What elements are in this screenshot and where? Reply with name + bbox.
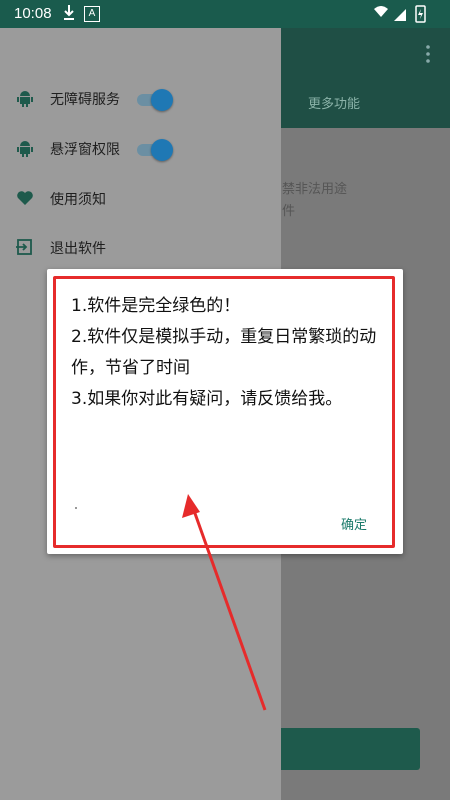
tab-more-features[interactable]: 更多功能 — [308, 93, 360, 112]
ok-button[interactable]: 确定 — [341, 514, 367, 533]
exit-icon — [16, 239, 32, 255]
toggle-thumb — [151, 89, 173, 111]
background-text: 件 — [282, 204, 296, 219]
download-icon — [64, 5, 74, 20]
drawer-item-exit[interactable]: 退出软件 — [0, 228, 281, 268]
background-text: 禁非法用途 — [282, 182, 348, 197]
toggle-thumb — [151, 139, 173, 161]
overlay-permission-toggle[interactable] — [137, 137, 173, 161]
accessibility-toggle[interactable] — [137, 87, 173, 111]
dialog-line: 1.软件是完全绿色的！ — [71, 296, 241, 316]
drawer-item-accessibility[interactable]: 无障碍服务 — [0, 79, 281, 119]
heart-icon — [17, 191, 33, 205]
dialog-line: 3.如果你对此有疑问，请反馈给我。 — [71, 389, 343, 409]
drawer-item-label: 悬浮窗权限 — [50, 142, 120, 158]
drawer-item-label: 退出软件 — [50, 241, 106, 257]
notice-dialog: 1.软件是完全绿色的！ 2.软件仅是模拟手动，重复日常繁琐的动作，节省了时间 3… — [47, 269, 403, 554]
dialog-line: 2.软件仅是模拟手动，重复日常繁琐的动作，节省了时间 — [71, 327, 377, 378]
overflow-menu-icon[interactable] — [424, 44, 432, 64]
drawer-item-label: 使用须知 — [50, 192, 106, 208]
decorative-dot — [75, 507, 77, 509]
status-time: 10:08 — [14, 5, 52, 22]
drawer-item-label: 无障碍服务 — [50, 92, 120, 108]
drawer-item-usage-notice[interactable]: 使用须知 — [0, 179, 281, 219]
signal-icons — [374, 5, 426, 23]
android-icon — [17, 141, 33, 157]
notification-icon: A — [84, 6, 100, 22]
android-icon — [17, 91, 33, 107]
dialog-message: 1.软件是完全绿色的！ 2.软件仅是模拟手动，重复日常繁琐的动作，节省了时间 3… — [71, 291, 381, 415]
status-bar: 10:08 A — [0, 0, 450, 28]
drawer-item-overlay-permission[interactable]: 悬浮窗权限 — [0, 129, 281, 169]
